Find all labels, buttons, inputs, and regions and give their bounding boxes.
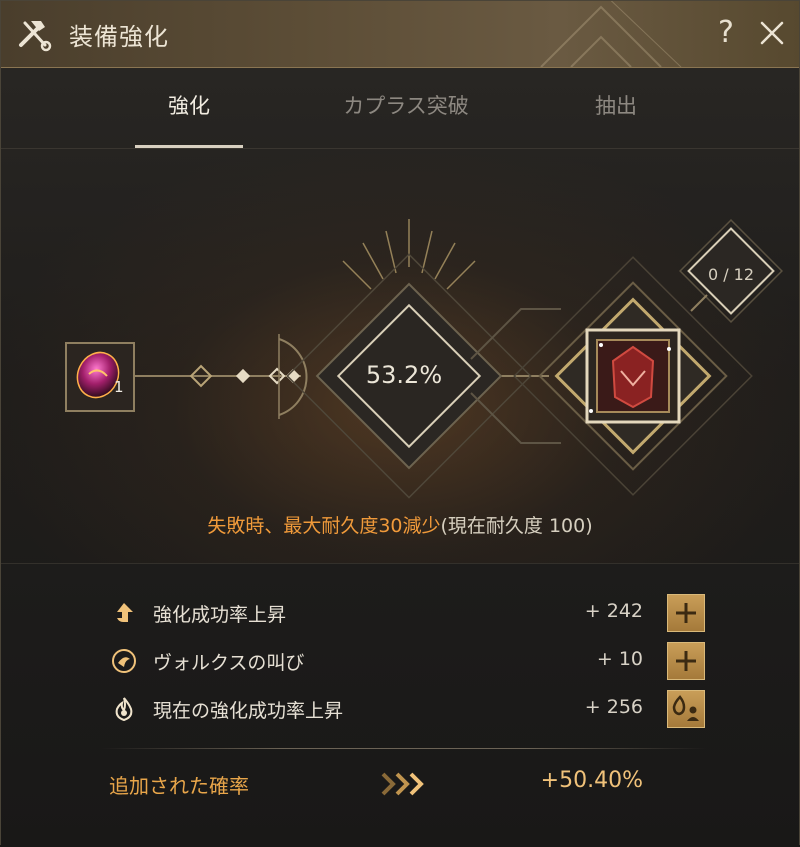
failstack-manage-button[interactable]	[667, 690, 705, 728]
tab-active-indicator	[135, 145, 243, 148]
tab-caphras-breakthrough[interactable]: カプラス突破	[321, 90, 491, 120]
plus-icon	[676, 651, 696, 671]
flame-icon	[115, 697, 133, 722]
bonus-value: + 256	[584, 696, 643, 718]
enhance-stage: 1 53.2% 0 / 12 失敗時、最大耐久度30減少(現在耐久度 100)	[1, 149, 799, 563]
title-decoration	[540, 1, 682, 67]
tab-enhance[interactable]: 強化	[135, 90, 243, 120]
title-bar[interactable]: 装備強化 ?	[1, 1, 799, 68]
tab-extract[interactable]: 抽出	[571, 90, 661, 120]
divider	[101, 748, 707, 749]
close-icon[interactable]	[755, 15, 789, 51]
warning-main: 失敗時、最大耐久度30減少	[207, 515, 441, 537]
triple-chevron-right-icon	[381, 772, 424, 796]
bonus-row: ヴォルクスの叫び + 10	[101, 640, 707, 684]
bonus-row: 現在の強化成功率上昇 + 256	[101, 688, 707, 732]
help-button[interactable]: ?	[711, 15, 741, 51]
valks-icon	[112, 649, 136, 673]
material-slot[interactable]	[65, 342, 135, 412]
added-probability-value: +50.40%	[540, 768, 643, 793]
window-title: 装備強化	[69, 23, 169, 51]
bonus-label: ヴォルクスの叫び	[153, 652, 305, 674]
black-stone-icon	[76, 351, 120, 399]
bonus-value: + 10	[596, 648, 643, 670]
add-bonus-button[interactable]	[667, 594, 705, 632]
bonus-row: 強化成功率上昇 + 242	[101, 592, 707, 636]
failstack-count: 0 / 12	[707, 265, 755, 284]
hammer-wrench-icon	[19, 21, 52, 52]
warning-durability: (現在耐久度 100)	[440, 515, 593, 537]
failure-warning: 失敗時、最大耐久度30減少(現在耐久度 100)	[1, 511, 799, 538]
material-count: 1	[114, 378, 124, 396]
plus-icon	[676, 603, 696, 623]
bonus-panel: 強化成功率上昇 + 242 ヴォルクスの叫び + 10 現在の強化成功率上昇 +…	[1, 563, 799, 847]
add-valks-button[interactable]	[667, 642, 705, 680]
bonus-label: 現在の強化成功率上昇	[153, 700, 344, 722]
flame-people-icon	[672, 695, 699, 721]
equipment-enhance-window: 装備強化 ? 強化 カプラス突破 抽出 1 53.2% 0 / 12 失敗時、最…	[0, 0, 800, 847]
tab-bar: 強化 カプラス突破 抽出	[1, 68, 799, 149]
success-rate: 53.2%	[365, 361, 443, 389]
bonus-label: 強化成功率上昇	[153, 604, 287, 626]
bonus-value: + 242	[584, 600, 643, 622]
added-probability-label: 追加された確率	[109, 774, 249, 798]
arrow-up-icon	[117, 603, 133, 622]
